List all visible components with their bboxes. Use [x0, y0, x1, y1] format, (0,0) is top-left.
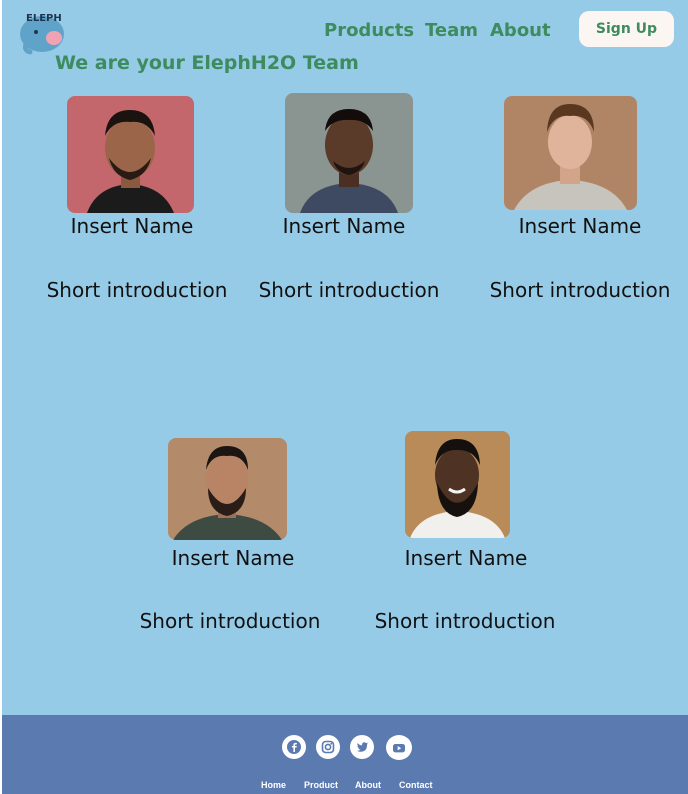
footer-link-product[interactable]: Product: [304, 780, 338, 790]
footer-link-contact[interactable]: Contact: [399, 780, 433, 790]
footer: Home Product About Contact: [2, 715, 688, 794]
twitter-icon[interactable]: [350, 735, 374, 759]
elephant-logo-icon: ELEPH: [20, 13, 64, 55]
youtube-icon[interactable]: [386, 735, 412, 760]
footer-link-about[interactable]: About: [355, 780, 381, 790]
member-name: Insert Name: [282, 214, 406, 238]
member-intro: Short introduction: [258, 278, 440, 302]
member-name: Insert Name: [404, 546, 528, 570]
facebook-icon[interactable]: [282, 735, 306, 759]
nav-products[interactable]: Products: [324, 20, 414, 41]
page-background: ELEPH Products Team About Sign Up We are…: [2, 0, 688, 794]
member-name: Insert Name: [70, 214, 194, 238]
footer-link-home[interactable]: Home: [261, 780, 286, 790]
svg-text:ELEPH: ELEPH: [26, 13, 62, 24]
member-intro: Short introduction: [489, 278, 671, 302]
member-name: Insert Name: [171, 546, 295, 570]
member-photo: [504, 96, 637, 210]
nav-team[interactable]: Team: [425, 20, 478, 41]
nav-about[interactable]: About: [490, 20, 551, 41]
member-intro: Short introduction: [139, 609, 321, 633]
member-intro: Short introduction: [46, 278, 228, 302]
member-photo: [285, 93, 413, 213]
page-title: We are your ElephH2O Team: [55, 52, 359, 74]
member-intro: Short introduction: [374, 609, 556, 633]
member-photo: [168, 438, 287, 540]
member-photo: [67, 96, 194, 213]
member-photo: [405, 431, 510, 538]
member-name: Insert Name: [518, 214, 642, 238]
logo[interactable]: ELEPH: [16, 4, 68, 56]
sign-up-button[interactable]: Sign Up: [579, 11, 674, 47]
instagram-icon[interactable]: [316, 735, 340, 759]
